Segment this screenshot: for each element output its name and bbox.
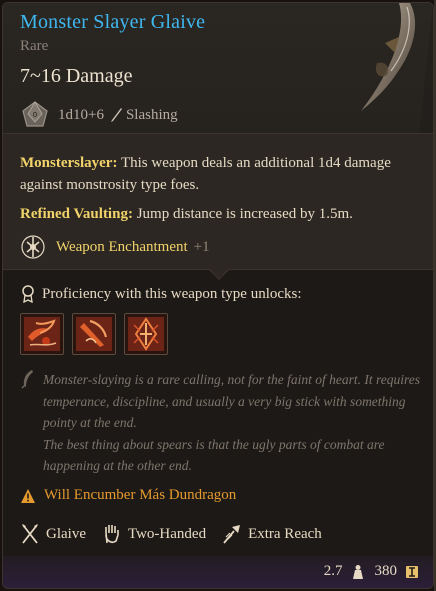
proficiency-row: Proficiency with this weapon type unlock… — [20, 285, 302, 303]
warning-icon — [21, 488, 35, 503]
piercing-thrust-icon — [128, 317, 164, 351]
action-tile-piercing[interactable] — [124, 313, 168, 355]
properties-section: Monsterslayer: This weapon deals an addi… — [3, 133, 433, 270]
vaulting-property: Refined Vaulting: Jump distance is incre… — [20, 203, 420, 225]
lore-text: Monster-slaying is a rare calling, not f… — [43, 369, 423, 477]
monsterslayer-name: Monsterslayer: — [20, 155, 118, 171]
proficiency-label: Proficiency with this weapon type unlock… — [42, 285, 302, 302]
damage-dice: 1d10+6 — [58, 106, 104, 123]
encumber-warning: Will Encumber Más Dundragon — [20, 487, 236, 504]
damage-range: 7~16 Damage — [20, 65, 133, 87]
vaulting-desc: Jump distance is increased by 1.5m. — [136, 206, 353, 222]
slashing-icon — [110, 108, 122, 122]
tag-glaive-label: Glaive — [46, 525, 86, 542]
two-handed-icon — [105, 525, 119, 544]
tag-extra-reach-label: Extra Reach — [248, 525, 322, 542]
weapon-enchantment-row[interactable]: Weapon Enchantment +1 — [20, 232, 210, 262]
quill-icon — [21, 370, 33, 389]
weight-price: 2.7 380 — [324, 563, 419, 580]
damage-dice-row: 0 1d10+6 Slashing — [20, 100, 178, 130]
enchantment-icon — [21, 235, 45, 259]
monsterslayer-property: Monsterslayer: This weapon deals an addi… — [20, 152, 420, 196]
bleed-attack-icon — [24, 317, 60, 351]
lore-paragraph-1: Monster-slaying is a rare calling, not f… — [43, 372, 420, 430]
weapon-tags: Glaive Two-Handed Extra Reach — [20, 521, 338, 547]
d10-dice-icon: 0 — [22, 101, 48, 127]
price-value: 380 — [374, 563, 398, 579]
glaive-icon — [22, 524, 38, 544]
proficiency-medal-icon — [22, 285, 34, 303]
enchantment-modifier: +1 — [193, 238, 210, 255]
svg-text:0: 0 — [33, 111, 37, 119]
item-title: Monster Slayer Glaive — [20, 11, 206, 33]
lore-paragraph-2: The best thing about spears is that the … — [43, 436, 385, 474]
enchantment-label: Weapon Enchantment — [56, 238, 188, 255]
damage-type: Slashing — [125, 106, 178, 123]
action-tile-weakening[interactable] — [72, 313, 116, 355]
tag-glaive[interactable]: Glaive — [20, 523, 86, 545]
weight-value: 2.7 — [323, 563, 343, 579]
tag-extra-reach[interactable]: Extra Reach — [222, 523, 322, 545]
tag-two-handed-label: Two-Handed — [127, 525, 207, 542]
item-rarity: Rare — [20, 38, 49, 54]
vaulting-name: Refined Vaulting: — [20, 206, 133, 222]
tooltip-footer: 2.7 380 — [3, 556, 433, 588]
weakening-strike-icon — [76, 317, 112, 351]
unlocked-actions — [20, 313, 168, 355]
extra-reach-icon — [223, 525, 241, 544]
weight-icon — [352, 564, 363, 579]
glaive-art-icon — [361, 3, 433, 138]
tag-two-handed[interactable]: Two-Handed — [102, 523, 206, 545]
tooltip-header: Monster Slayer Glaive Rare 7~16 Damage 0… — [3, 3, 433, 138]
gold-coin-icon — [406, 565, 418, 578]
item-tooltip: Monster Slayer Glaive Rare 7~16 Damage 0… — [2, 2, 434, 589]
action-tile-bleed[interactable] — [20, 313, 64, 355]
encumber-text: Will Encumber Más Dundragon — [44, 487, 237, 503]
